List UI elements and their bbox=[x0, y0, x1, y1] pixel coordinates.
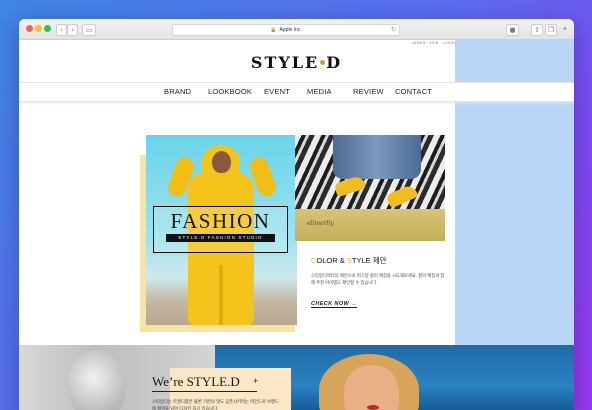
statue-face bbox=[67, 350, 125, 410]
utility-links[interactable]: ADMIN · JOIN · LOGIN bbox=[413, 41, 455, 45]
reload-icon[interactable]: ↻ bbox=[391, 25, 396, 35]
studio-label: STYLE.D FASHION STUDIO bbox=[166, 234, 275, 242]
about-description: 스타일디는 트렌디함은 물론 기본의 멋도 공존시키려는 마인드로 브랜드에 철… bbox=[152, 399, 279, 410]
woman-lips bbox=[367, 405, 379, 410]
ledge-graffiti: ellmerlly bbox=[307, 220, 334, 227]
logo-text-left: STYLE bbox=[250, 53, 320, 72]
sidebar-toggle-icon[interactable]: ▭ bbox=[82, 24, 96, 36]
model-head bbox=[212, 151, 231, 173]
site-logo[interactable]: STYLE D bbox=[19, 53, 574, 72]
jeans-shape bbox=[333, 135, 421, 179]
page-viewport: ADMIN · JOIN · LOGIN STYLE D BRAND LOOKBO… bbox=[19, 40, 574, 410]
fashion-title: FASHION bbox=[170, 209, 271, 233]
close-window-button[interactable] bbox=[26, 25, 33, 32]
about-title-underline bbox=[152, 391, 257, 392]
promo-heading: COLOR & STYLE 제안 bbox=[311, 255, 451, 266]
tabs-overview-icon[interactable]: ❐ bbox=[545, 24, 557, 36]
about-plus-icon[interactable]: + bbox=[253, 376, 258, 386]
browser-window: ‹ › ▭ 🔒 Apple Inc. ↻ ● ⇧ ❐ + ADMIN · JOI… bbox=[19, 19, 574, 410]
minimize-window-button[interactable] bbox=[35, 25, 42, 32]
about-title[interactable]: We’re STYLE.D bbox=[152, 374, 240, 390]
model-leg-gap bbox=[219, 265, 223, 325]
logo-dot bbox=[320, 59, 326, 65]
back-button[interactable]: ‹ bbox=[56, 24, 67, 36]
check-now-underline bbox=[311, 307, 357, 308]
logo-text-right: D bbox=[326, 53, 343, 72]
forward-button[interactable]: › bbox=[67, 24, 78, 36]
nav-item-review[interactable]: REVIEW bbox=[353, 87, 384, 96]
browser-toolbar: ‹ › ▭ 🔒 Apple Inc. ↻ ● ⇧ ❐ + bbox=[19, 19, 574, 40]
sneakers-photo[interactable]: ellmerlly bbox=[295, 135, 445, 241]
nav-divider bbox=[19, 101, 574, 105]
lock-icon: 🔒 bbox=[270, 27, 277, 33]
new-tab-icon[interactable]: + bbox=[561, 25, 569, 33]
promo-heading-part1: OLOR & bbox=[316, 256, 347, 265]
promo-description: 스타일디렉터의 제안으로 퍼스널 컬러 매칭을 시도해보세요. 컬러 매칭과 함… bbox=[311, 273, 445, 285]
nav-item-event[interactable]: EVENT bbox=[264, 87, 290, 96]
address-bar[interactable]: 🔒 Apple Inc. ↻ bbox=[172, 24, 400, 36]
woman-face bbox=[344, 365, 399, 410]
share-icon[interactable]: ⇧ bbox=[531, 24, 543, 36]
sneaker-right bbox=[385, 183, 419, 209]
nav-item-brand[interactable]: BRAND bbox=[164, 87, 191, 96]
zoom-window-button[interactable] bbox=[44, 25, 51, 32]
nav-item-lookbook[interactable]: LOOKBOOK bbox=[208, 87, 252, 96]
fashion-title-box: FASHION STYLE.D FASHION STUDIO bbox=[153, 206, 288, 253]
promo-heading-part2: TYLE 제안 bbox=[351, 256, 387, 265]
nav-item-contact[interactable]: CONTACT bbox=[395, 87, 432, 96]
nav-item-media[interactable]: MEDIA bbox=[307, 87, 332, 96]
download-icon[interactable]: ● bbox=[506, 24, 519, 36]
color-style-promo: COLOR & STYLE 제안 스타일디렉터의 제안으로 퍼스널 컬러 매칭을… bbox=[311, 255, 451, 286]
address-text: Apple Inc. bbox=[279, 27, 302, 33]
main-nav: BRAND LOOKBOOK EVENT MEDIA REVIEW CONTAC… bbox=[19, 82, 574, 102]
